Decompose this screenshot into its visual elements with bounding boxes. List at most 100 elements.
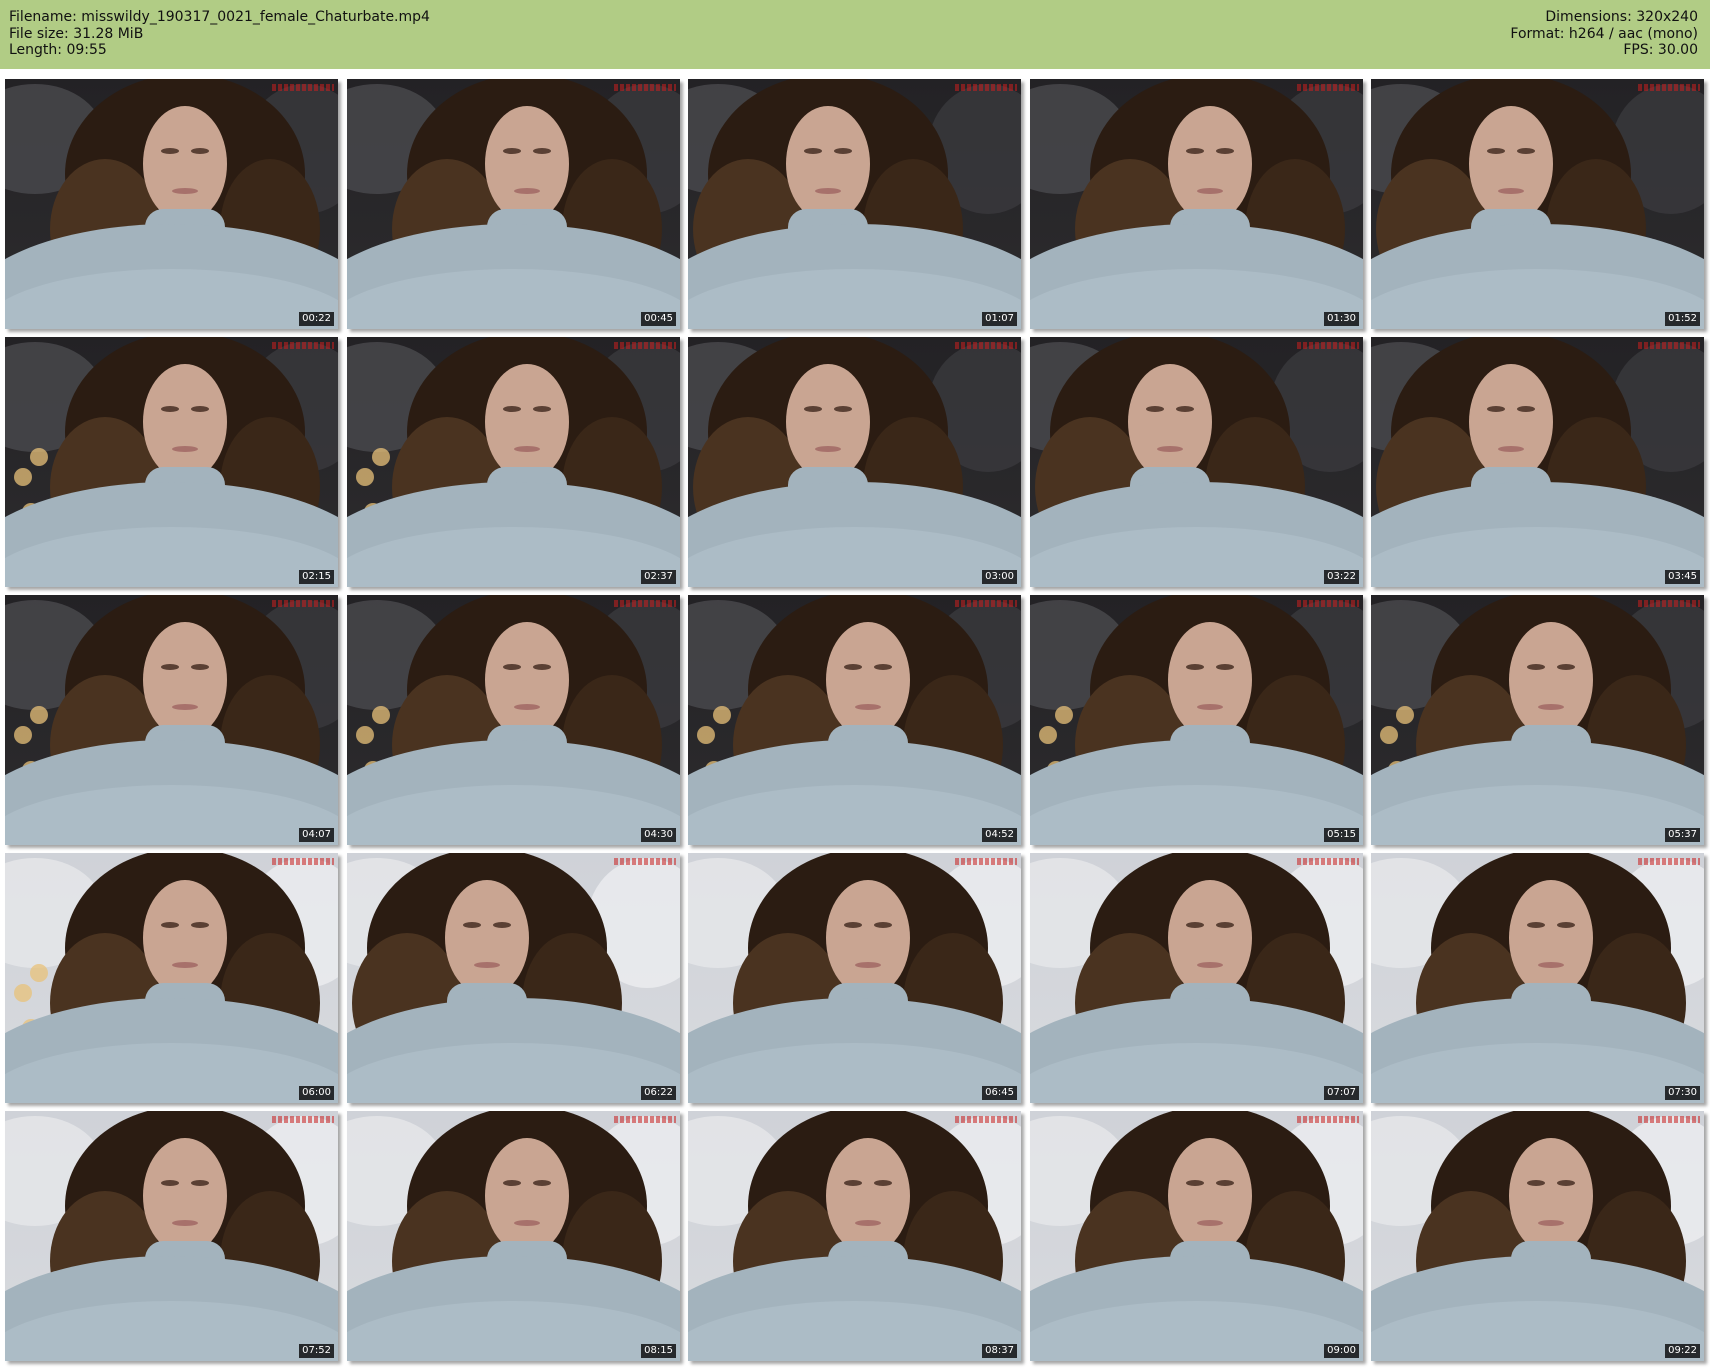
video-thumbnail: 08:37 <box>688 1111 1021 1361</box>
watermark-mark <box>272 342 334 349</box>
timestamp-label: 09:22 <box>1665 1344 1700 1358</box>
frame-image <box>1371 1111 1704 1361</box>
watermark-mark <box>955 84 1017 91</box>
video-thumbnail: 04:07 <box>5 595 338 845</box>
timestamp-label: 07:07 <box>1324 1086 1359 1100</box>
frame-image <box>5 1111 338 1361</box>
frame-image <box>1030 853 1363 1103</box>
watermark-mark <box>955 858 1017 865</box>
watermark-mark <box>955 600 1017 607</box>
frame-image <box>347 1111 680 1361</box>
video-thumbnail: 00:22 <box>5 79 338 329</box>
frame-image <box>688 1111 1021 1361</box>
timestamp-label: 03:22 <box>1324 570 1359 584</box>
timestamp-label: 05:15 <box>1324 828 1359 842</box>
timestamp-label: 06:45 <box>982 1086 1017 1100</box>
frame-image <box>688 337 1021 587</box>
video-thumbnail: 06:00 <box>5 853 338 1103</box>
watermark-mark <box>614 1116 676 1123</box>
watermark-mark <box>614 84 676 91</box>
watermark-mark <box>1638 342 1700 349</box>
watermark-mark <box>272 600 334 607</box>
watermark-mark <box>955 342 1017 349</box>
timestamp-label: 00:22 <box>299 312 334 326</box>
video-thumbnail: 03:00 <box>688 337 1021 587</box>
frame-image <box>5 79 338 329</box>
timestamp-label: 04:52 <box>982 828 1017 842</box>
video-thumbnail: 04:52 <box>688 595 1021 845</box>
timestamp-label: 09:00 <box>1324 1344 1359 1358</box>
length-text: Length: 09:55 <box>9 42 107 58</box>
frame-image <box>347 595 680 845</box>
frame-image <box>1030 79 1363 329</box>
watermark-mark <box>1638 84 1700 91</box>
video-thumbnail: 02:15 <box>5 337 338 587</box>
frame-image <box>688 79 1021 329</box>
thumbnail-grid: 00:22 00:45 01:07 01:30 01:52 02:15 02:37 03:00… <box>5 79 1705 1364</box>
filesize-text: File size: 31.28 MiB <box>9 25 144 42</box>
timestamp-label: 04:30 <box>641 828 676 842</box>
fps-text: FPS: 30.00 <box>1623 42 1698 58</box>
timestamp-label: 00:45 <box>641 312 676 326</box>
video-thumbnail: 01:30 <box>1030 79 1363 329</box>
timestamp-label: 06:22 <box>641 1086 676 1100</box>
timestamp-label: 03:45 <box>1665 570 1700 584</box>
timestamp-label: 08:37 <box>982 1344 1017 1358</box>
timestamp-label: 02:37 <box>641 570 676 584</box>
video-thumbnail: 03:22 <box>1030 337 1363 587</box>
media-info: Dimensions: 320x240 Format: h264 / aac (… <box>1510 9 1698 59</box>
watermark-mark <box>955 1116 1017 1123</box>
frame-image <box>1371 79 1704 329</box>
frame-image <box>688 595 1021 845</box>
watermark-mark <box>1297 600 1359 607</box>
video-thumbnail: 07:07 <box>1030 853 1363 1103</box>
watermark-mark <box>272 1116 334 1123</box>
watermark-mark <box>272 858 334 865</box>
frame-image <box>1030 337 1363 587</box>
frame-image <box>688 853 1021 1103</box>
video-thumbnail: 06:45 <box>688 853 1021 1103</box>
frame-image <box>5 337 338 587</box>
frame-image <box>1371 853 1704 1103</box>
info-header: Filename: misswildy_190317_0021_female_C… <box>0 0 1710 69</box>
timestamp-label: 01:07 <box>982 312 1017 326</box>
video-thumbnail: 05:15 <box>1030 595 1363 845</box>
video-thumbnail: 05:37 <box>1371 595 1704 845</box>
format-text: Format: h264 / aac (mono) <box>1510 25 1698 42</box>
watermark-mark <box>614 600 676 607</box>
file-info: Filename: misswildy_190317_0021_female_C… <box>9 9 430 59</box>
video-thumbnail: 06:22 <box>347 853 680 1103</box>
video-thumbnail: 07:52 <box>5 1111 338 1361</box>
timestamp-label: 01:52 <box>1665 312 1700 326</box>
video-thumbnail: 07:30 <box>1371 853 1704 1103</box>
frame-image <box>347 853 680 1103</box>
timestamp-label: 06:00 <box>299 1086 334 1100</box>
timestamp-label: 04:07 <box>299 828 334 842</box>
frame-image <box>1030 1111 1363 1361</box>
watermark-mark <box>1297 1116 1359 1123</box>
frame-image <box>5 853 338 1103</box>
frame-image <box>1030 595 1363 845</box>
watermark-mark <box>1638 600 1700 607</box>
timestamp-label: 03:00 <box>982 570 1017 584</box>
watermark-mark <box>1638 1116 1700 1123</box>
video-thumbnail: 01:07 <box>688 79 1021 329</box>
watermark-mark <box>614 342 676 349</box>
dimensions-text: Dimensions: 320x240 <box>1545 9 1698 25</box>
timestamp-label: 02:15 <box>299 570 334 584</box>
watermark-mark <box>1297 342 1359 349</box>
frame-image <box>347 337 680 587</box>
frame-image <box>1371 595 1704 845</box>
filename-text: Filename: misswildy_190317_0021_female_C… <box>9 9 430 25</box>
video-thumbnail: 09:22 <box>1371 1111 1704 1361</box>
video-thumbnail: 01:52 <box>1371 79 1704 329</box>
video-thumbnail: 00:45 <box>347 79 680 329</box>
timestamp-label: 07:52 <box>299 1344 334 1358</box>
timestamp-label: 08:15 <box>641 1344 676 1358</box>
timestamp-label: 05:37 <box>1665 828 1700 842</box>
video-thumbnail: 02:37 <box>347 337 680 587</box>
frame-image <box>1371 337 1704 587</box>
timestamp-label: 01:30 <box>1324 312 1359 326</box>
watermark-mark <box>1638 858 1700 865</box>
video-thumbnail: 04:30 <box>347 595 680 845</box>
